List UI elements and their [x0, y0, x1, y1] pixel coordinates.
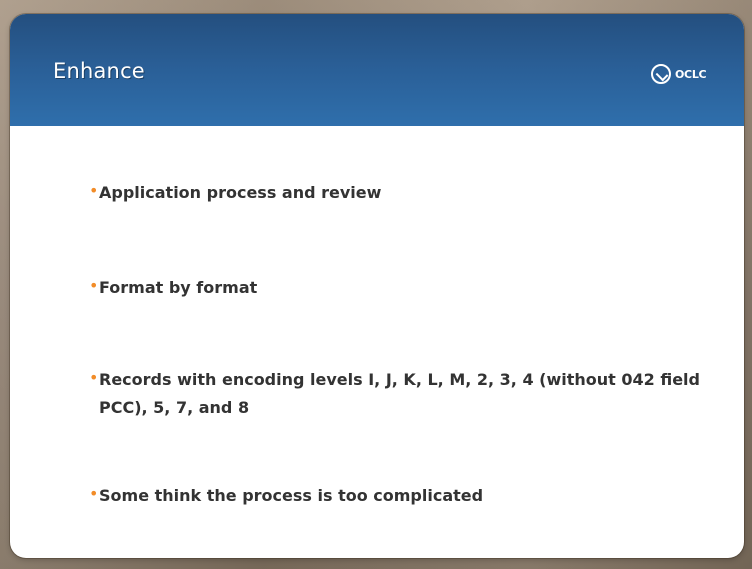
- bullet-icon: •: [89, 181, 99, 200]
- oclc-logo: OCLC: [651, 62, 719, 86]
- bullet-text: Application process and review: [99, 183, 382, 202]
- slide-header: Enhance OCLC: [10, 14, 744, 126]
- bullet-item-3: • Records with encoding levels I, J, K, …: [89, 366, 724, 422]
- bullet-icon: •: [89, 368, 99, 387]
- slide: Enhance OCLC • Application process and r…: [10, 14, 744, 558]
- bullet-icon: •: [89, 484, 99, 503]
- oclc-logo-icon: [651, 64, 671, 84]
- bullet-text: Format by format: [99, 278, 258, 297]
- slide-title: Enhance: [53, 59, 145, 83]
- presentation-frame: Enhance OCLC • Application process and r…: [0, 0, 752, 569]
- oclc-logo-text: OCLC: [675, 67, 707, 81]
- bullet-text: Some think the process is too complicate…: [99, 486, 484, 505]
- bullet-item-2: • Format by format: [89, 274, 724, 302]
- bullet-icon: •: [89, 276, 99, 295]
- bullet-text: Records with encoding levels I, J, K, L,…: [99, 370, 700, 417]
- bullet-item-4: • Some think the process is too complica…: [89, 482, 724, 510]
- bullet-item-1: • Application process and review: [89, 179, 724, 207]
